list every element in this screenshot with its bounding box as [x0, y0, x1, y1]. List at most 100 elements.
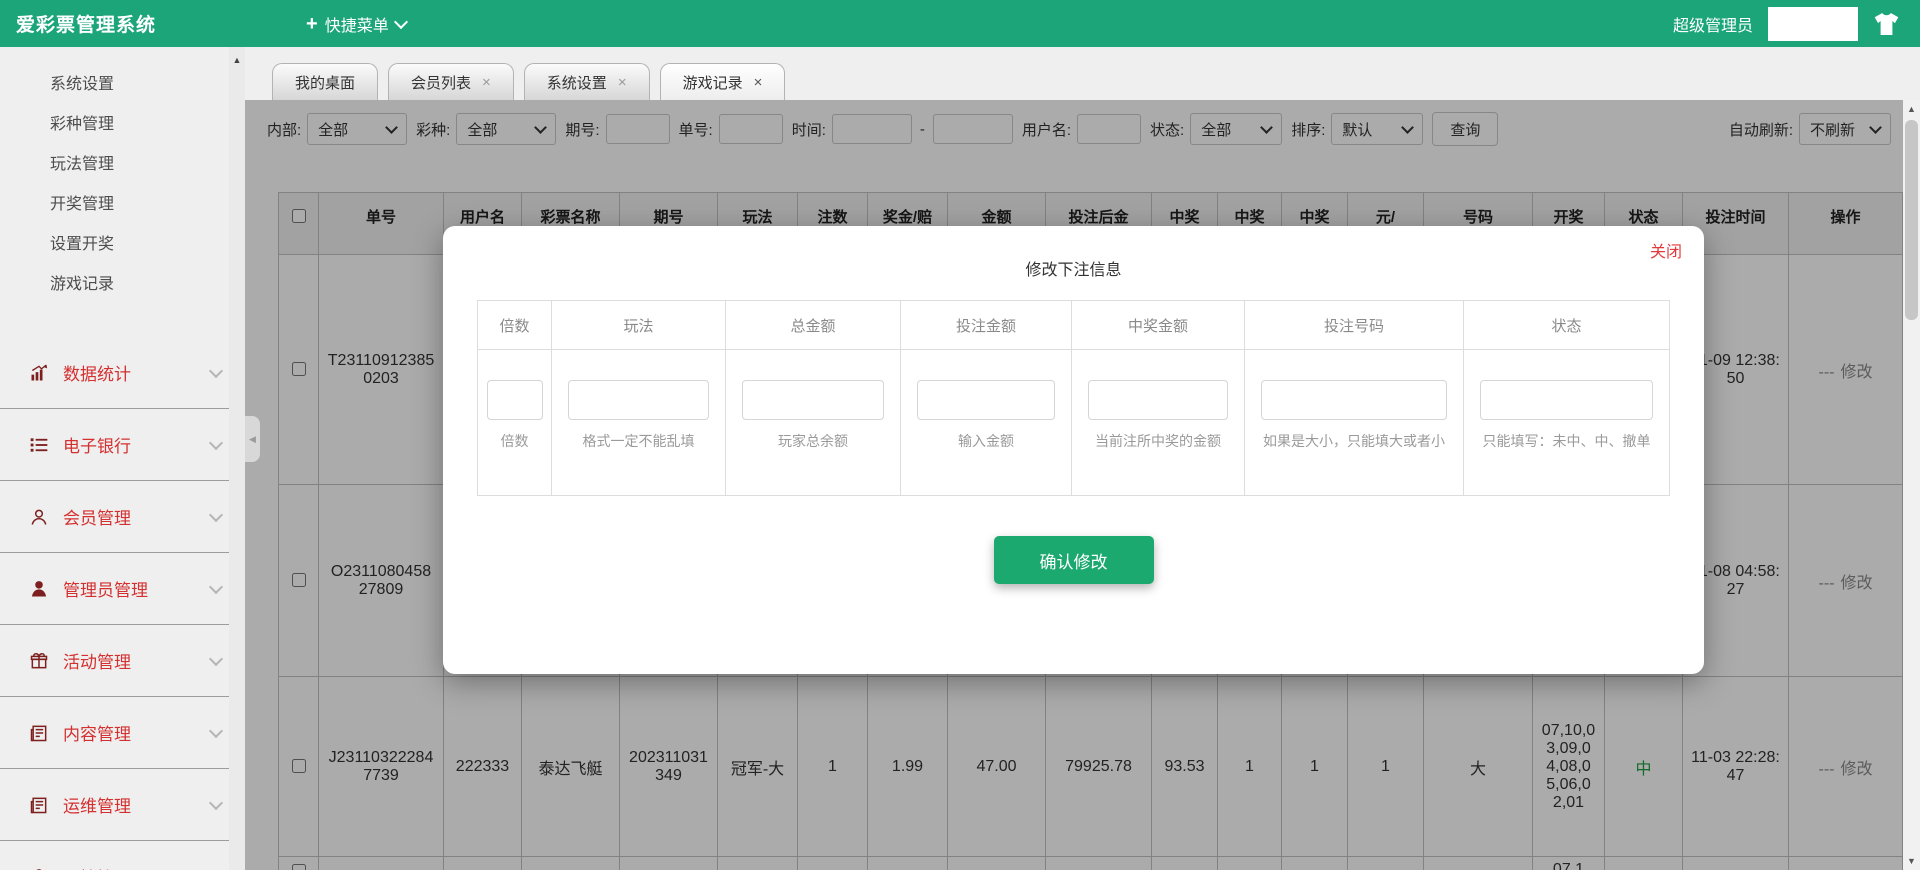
- modal-field-cell: 输入金额: [901, 350, 1072, 496]
- tab-close-icon[interactable]: ×: [618, 75, 627, 90]
- modal-field-cell: 玩家总余额: [726, 350, 901, 496]
- chevron-down-icon: [209, 364, 223, 378]
- chevron-down-icon: [209, 796, 223, 810]
- tab-close-icon[interactable]: ×: [482, 75, 491, 90]
- sidebar: 系统设置彩种管理玩法管理开奖管理设置开奖游戏记录 数据统计电子银行会员管理管理员…: [0, 47, 245, 870]
- sidebar-scrollbar[interactable]: ▲: [229, 47, 245, 870]
- sidebar-section-label: 运维管理: [63, 792, 211, 817]
- chevron-down-icon: [209, 724, 223, 738]
- sidebar-item-开奖管理[interactable]: 开奖管理: [0, 185, 245, 225]
- chevron-down-icon: [394, 14, 408, 28]
- sidebar-section-数据统计[interactable]: 数据统计: [0, 337, 245, 408]
- tab-会员列表[interactable]: 会员列表 ×: [388, 63, 514, 100]
- chart-icon: [28, 362, 52, 384]
- app-title: 爱彩票管理系统: [16, 10, 156, 37]
- modal-field-hint: 当前注所中奖的金额: [1073, 431, 1243, 451]
- sidebar-section-活动管理[interactable]: 活动管理: [0, 624, 245, 696]
- tab-我的桌面[interactable]: 我的桌面: [272, 63, 378, 100]
- modal-input-玩法[interactable]: [568, 380, 709, 420]
- modal-input-投注号码[interactable]: [1261, 380, 1447, 420]
- modal-field-cell: 格式一定不能乱填: [552, 350, 726, 496]
- chevron-down-icon: [209, 436, 223, 450]
- sidebar-section-label: 电子银行: [63, 432, 211, 457]
- edit-bet-modal: 关闭 修改下注信息 倍数玩法总金额投注金额中奖金额投注号码状态倍数格式一定不能乱…: [443, 226, 1704, 674]
- content-icon: [28, 722, 52, 744]
- sidebar-section-运维管理[interactable]: 运维管理: [0, 768, 245, 840]
- modal-field-label-中奖金额: 中奖金额: [1072, 301, 1245, 350]
- modal-field-hint: 如果是大小，只能填大或者小: [1246, 431, 1462, 451]
- modal-field-label-玩法: 玩法: [552, 301, 726, 350]
- avatar-placeholder: [1768, 7, 1858, 41]
- sidebar-section-内容管理[interactable]: 内容管理: [0, 696, 245, 768]
- scroll-up-icon[interactable]: ▲: [229, 47, 245, 65]
- tshirt-icon[interactable]: [1873, 12, 1900, 36]
- modal-field-label-状态: 状态: [1464, 301, 1670, 350]
- tab-label: 会员列表: [411, 72, 471, 93]
- sidebar-section-会员管理[interactable]: 会员管理: [0, 480, 245, 552]
- tab-label: 我的桌面: [295, 72, 355, 93]
- chevron-down-icon: [209, 508, 223, 522]
- modal-field-hint: 倍数: [479, 431, 550, 451]
- modal-field-hint: 格式一定不能乱填: [553, 431, 724, 451]
- chevron-down-icon: [209, 652, 223, 666]
- gift-icon: [28, 650, 52, 672]
- tab-游戏记录[interactable]: 游戏记录×: [660, 63, 786, 100]
- sidebar-sections: 数据统计电子银行会员管理管理员管理活动管理内容管理运维管理风控管理: [0, 337, 245, 870]
- plus-icon: +: [306, 14, 318, 34]
- list-123-icon: [28, 434, 52, 456]
- modal-field-hint: 输入金额: [902, 431, 1070, 451]
- admin-role-label: 超级管理员: [1673, 12, 1753, 36]
- sidebar-item-游戏记录[interactable]: 游戏记录: [0, 265, 245, 305]
- app-root: 爱彩票管理系统 + 快捷菜单 超级管理员 系统设置彩种管理玩法管理开奖管理设置开…: [0, 0, 1920, 870]
- sidebar-section-管理员管理[interactable]: 管理员管理: [0, 552, 245, 624]
- modal-field-cell: 如果是大小，只能填大或者小: [1245, 350, 1464, 496]
- sidebar-section-label: 管理员管理: [63, 576, 211, 601]
- sidebar-section-label: 风控管理: [63, 864, 211, 870]
- sidebar-item-玩法管理[interactable]: 玩法管理: [0, 145, 245, 185]
- quick-menu-button[interactable]: + 快捷菜单: [306, 12, 406, 36]
- sidebar-collapse-handle[interactable]: ◀: [245, 416, 260, 462]
- scroll-down-icon[interactable]: ▼: [1907, 852, 1916, 870]
- ops-icon: [28, 794, 52, 816]
- topbar-right: 超级管理员: [1673, 7, 1900, 41]
- sidebar-section-风控管理[interactable]: 风控管理: [0, 840, 245, 870]
- confirm-edit-button[interactable]: 确认修改: [994, 536, 1154, 584]
- modal-title: 修改下注信息: [443, 256, 1704, 280]
- modal-field-cell: 只能填写：未中、中、撤单: [1464, 350, 1670, 496]
- topbar: 爱彩票管理系统 + 快捷菜单 超级管理员: [0, 0, 1920, 47]
- sidebar-section-label: 内容管理: [63, 720, 211, 745]
- risk-icon: [28, 866, 52, 870]
- sidebar-item-设置开奖[interactable]: 设置开奖: [0, 225, 245, 265]
- sidebar-subnav: 系统设置彩种管理玩法管理开奖管理设置开奖游戏记录: [0, 47, 245, 305]
- sidebar-section-电子银行[interactable]: 电子银行: [0, 408, 245, 480]
- modal-field-hint: 玩家总余额: [727, 431, 899, 451]
- sidebar-section-label: 数据统计: [63, 360, 211, 385]
- admin-icon: [28, 578, 52, 600]
- modal-field-label-倍数: 倍数: [478, 301, 552, 350]
- tab-close-icon[interactable]: ×: [754, 75, 763, 90]
- tab-系统设置[interactable]: 系统设置×: [524, 63, 650, 100]
- modal-fields-table: 倍数玩法总金额投注金额中奖金额投注号码状态倍数格式一定不能乱填玩家总余额输入金额…: [477, 300, 1670, 496]
- modal-field-label-投注金额: 投注金额: [901, 301, 1072, 350]
- modal-input-投注金额[interactable]: [917, 380, 1055, 420]
- modal-field-label-投注号码: 投注号码: [1245, 301, 1464, 350]
- quick-menu-label: 快捷菜单: [325, 12, 389, 36]
- modal-field-hint: 只能填写：未中、中、撤单: [1465, 431, 1668, 451]
- sidebar-item-系统设置[interactable]: 系统设置: [0, 65, 245, 105]
- modal-input-中奖金额[interactable]: [1088, 380, 1228, 420]
- content-area: 我的桌面会员列表×系统设置×游戏记录× 内部: 全部 彩种: 全部: [245, 47, 1920, 870]
- modal-input-总金额[interactable]: [742, 380, 884, 420]
- sidebar-section-label: 会员管理: [63, 504, 211, 529]
- modal-close-link[interactable]: 关闭: [1650, 238, 1682, 262]
- content-scrollbar[interactable]: ▲ ▼: [1903, 100, 1920, 870]
- modal-input-状态[interactable]: [1480, 380, 1653, 420]
- scrollbar-thumb[interactable]: [1905, 120, 1918, 320]
- modal-input-倍数[interactable]: [487, 380, 543, 420]
- member-icon: [28, 506, 52, 528]
- sidebar-section-label: 活动管理: [63, 648, 211, 673]
- modal-field-cell: 当前注所中奖的金额: [1072, 350, 1245, 496]
- sidebar-item-彩种管理[interactable]: 彩种管理: [0, 105, 245, 145]
- modal-field-label-总金额: 总金额: [726, 301, 901, 350]
- chevron-down-icon: [209, 580, 223, 594]
- scroll-up-icon[interactable]: ▲: [1907, 100, 1916, 118]
